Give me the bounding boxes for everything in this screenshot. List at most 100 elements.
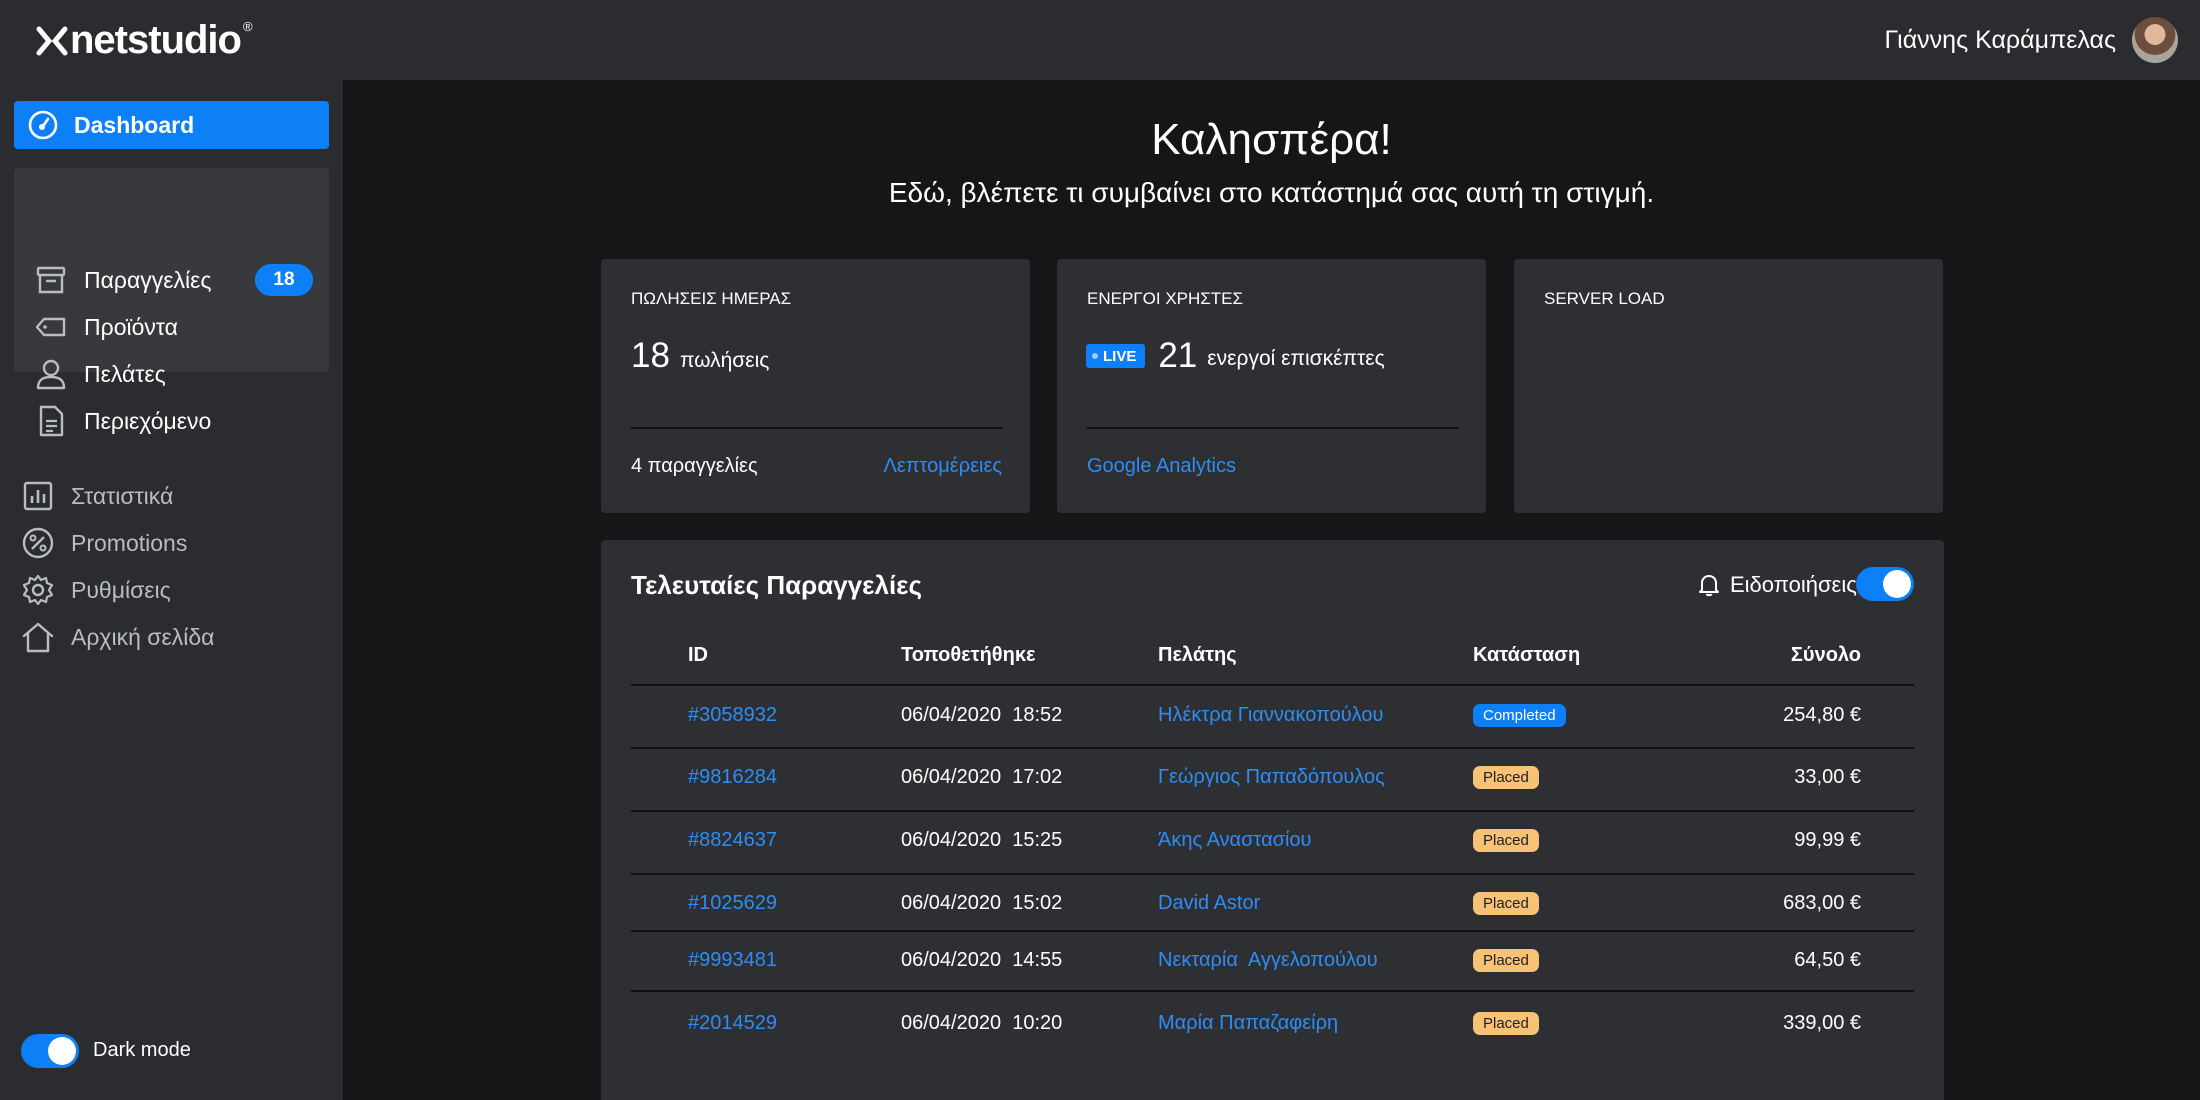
notifications-toggle[interactable] (1856, 567, 1914, 601)
bell-icon (1699, 575, 1719, 597)
row-divider (631, 930, 1914, 932)
order-date: 06/04/2020 15:25 (901, 829, 1063, 851)
order-total: 254,80 € (1783, 704, 1861, 726)
dark-mode-label: Dark mode (93, 1039, 191, 1061)
card-title: ΕΝΕΡΓΟΙ ΧΡΗΣΤΕΣ (1087, 289, 1244, 308)
brand-logo[interactable]: netstudio ® (36, 18, 253, 63)
sidebar-item-promotions[interactable]: Promotions (21, 523, 187, 563)
live-label: LIVE (1103, 347, 1137, 365)
order-total: 64,50 € (1794, 949, 1861, 971)
row-divider (631, 873, 1914, 875)
sales-count: 18 (631, 336, 670, 375)
row-divider (631, 810, 1914, 812)
customer-link[interactable]: Ηλέκτρα Γιαννακοπούλου (1158, 704, 1383, 727)
orders-count-text: 4 παραγγελίες (631, 455, 758, 477)
tag-icon (35, 317, 66, 337)
sidebar-item-settings[interactable]: Ρυθμίσεις (21, 570, 171, 610)
column-header-customer[interactable]: Πελάτης (1158, 644, 1237, 667)
google-analytics-link[interactable]: Google Analytics (1087, 455, 1236, 478)
row-divider (631, 990, 1914, 992)
order-date: 06/04/2020 14:55 (901, 949, 1063, 971)
card-title: SERVER LOAD (1544, 289, 1665, 308)
sidebar-item-label: Πελάτες (84, 360, 166, 387)
details-link[interactable]: Λεπτομέρειες (883, 455, 1002, 478)
table-header-divider (631, 684, 1914, 686)
status-badge: Placed (1473, 949, 1539, 972)
user-menu[interactable]: Γιάννης Καράμπελας (1884, 17, 2178, 63)
top-bar: netstudio ® Γιάννης Καράμπελας (0, 0, 2200, 80)
customer-link[interactable]: Γεώργιος Παπαδόπουλος (1158, 766, 1385, 789)
column-header-id[interactable]: ID (688, 644, 708, 667)
orders-count-badge: 18 (255, 264, 313, 296)
sidebar-item-label: Αρχική σελίδα (71, 623, 215, 650)
order-id-link[interactable]: #8824637 (688, 829, 777, 852)
status-badge: Placed (1473, 766, 1539, 789)
sidebar-item-label: Προϊόντα (84, 313, 178, 340)
gear-icon (22, 574, 54, 606)
sidebar-item-label: Στατιστικά (71, 482, 174, 509)
order-total: 339,00 € (1783, 1012, 1861, 1034)
status-badge: Completed (1473, 704, 1566, 727)
row-divider (631, 747, 1914, 749)
chart-icon (23, 481, 53, 511)
archive-icon (36, 266, 66, 294)
order-total: 99,99 € (1794, 829, 1861, 851)
sidebar-item-content[interactable]: Περιεχόμενο (34, 401, 211, 441)
speedometer-icon (28, 110, 58, 140)
divider (631, 427, 1003, 429)
page-subtitle: Εδώ, βλέπετε τι συμβαίνει στο κατάστημά … (888, 177, 1655, 208)
order-date: 06/04/2020 18:52 (901, 704, 1063, 726)
customer-link[interactable]: Μαρία Παπαζαφείρη (1158, 1012, 1338, 1035)
logo-mark-icon (36, 26, 68, 55)
card-title: ΠΩΛΗΣΕΙΣ ΗΜΕΡΑΣ (631, 289, 792, 308)
order-date: 06/04/2020 17:02 (901, 766, 1063, 788)
toggle-knob (48, 1037, 76, 1065)
sidebar-item-label: Ρυθμίσεις (71, 576, 171, 603)
order-id-link[interactable]: #2014529 (688, 1012, 777, 1035)
column-header-total[interactable]: Σύνολο (1791, 644, 1861, 667)
sidebar-item-label: Περιεχόμενο (84, 407, 212, 434)
active-users-unit: ενεργοί επισκέπτες (1207, 347, 1385, 370)
order-id-link[interactable]: #9993481 (688, 949, 777, 972)
avatar[interactable] (2132, 17, 2178, 63)
status-badge: Placed (1473, 1012, 1539, 1035)
orders-title: Τελευταίες Παραγγελίες (631, 570, 923, 600)
live-dot-icon (1092, 353, 1098, 359)
sidebar: Dashboard Παραγγελίες 18 Προϊόντα Πελάτε… (0, 80, 343, 1100)
page-title: Καλησπέρα! (1151, 115, 1392, 164)
sidebar-item-label: Dashboard (74, 111, 195, 138)
registered-mark: ® (242, 19, 253, 34)
sales-card: ΠΩΛΗΣΕΙΣ ΗΜΕΡΑΣ 18 πωλήσεις 4 παραγγελίε… (601, 259, 1030, 513)
notifications-label: Ειδοποιήσεις (1730, 572, 1857, 597)
sidebar-item-orders[interactable]: Παραγγελίες (34, 260, 212, 300)
brand-name: netstudio (70, 18, 242, 62)
column-header-status[interactable]: Κατάσταση (1473, 644, 1580, 667)
order-total: 683,00 € (1783, 892, 1861, 914)
order-id-link[interactable]: #9816284 (688, 766, 777, 789)
customer-link[interactable]: Άκης Αναστασίου (1158, 829, 1311, 852)
status-badge: Placed (1473, 892, 1539, 915)
status-badge: Placed (1473, 829, 1539, 852)
order-date: 06/04/2020 15:02 (901, 892, 1063, 914)
order-date: 06/04/2020 10:20 (901, 1012, 1063, 1034)
home-icon (22, 622, 54, 653)
toggle-knob (1883, 570, 1911, 598)
sidebar-item-dashboard[interactable]: Dashboard (14, 101, 329, 149)
order-id-link[interactable]: #1025629 (688, 892, 777, 915)
customer-link[interactable]: Νεκταρία Αγγελοπούλου (1158, 949, 1378, 972)
sidebar-item-label: Παραγγελίες (84, 266, 212, 293)
sidebar-item-homepage[interactable]: Αρχική σελίδα (21, 617, 214, 657)
server-load-card: SERVER LOAD (1514, 259, 1943, 513)
sidebar-item-statistics[interactable]: Στατιστικά (21, 476, 173, 516)
percent-icon (22, 527, 54, 559)
live-badge: LIVE (1086, 344, 1146, 368)
dark-mode-toggle[interactable] (21, 1034, 79, 1068)
active-users-count: 21 (1158, 336, 1198, 375)
sidebar-item-customers[interactable]: Πελάτες (34, 354, 166, 394)
sidebar-item-products[interactable]: Προϊόντα (34, 307, 178, 347)
order-total: 33,00 € (1794, 766, 1861, 788)
column-header-placed[interactable]: Τοποθετήθηκε (901, 644, 1035, 667)
order-id-link[interactable]: #3058932 (688, 704, 777, 727)
customer-link[interactable]: David Astor (1158, 892, 1260, 915)
user-icon (36, 359, 66, 390)
